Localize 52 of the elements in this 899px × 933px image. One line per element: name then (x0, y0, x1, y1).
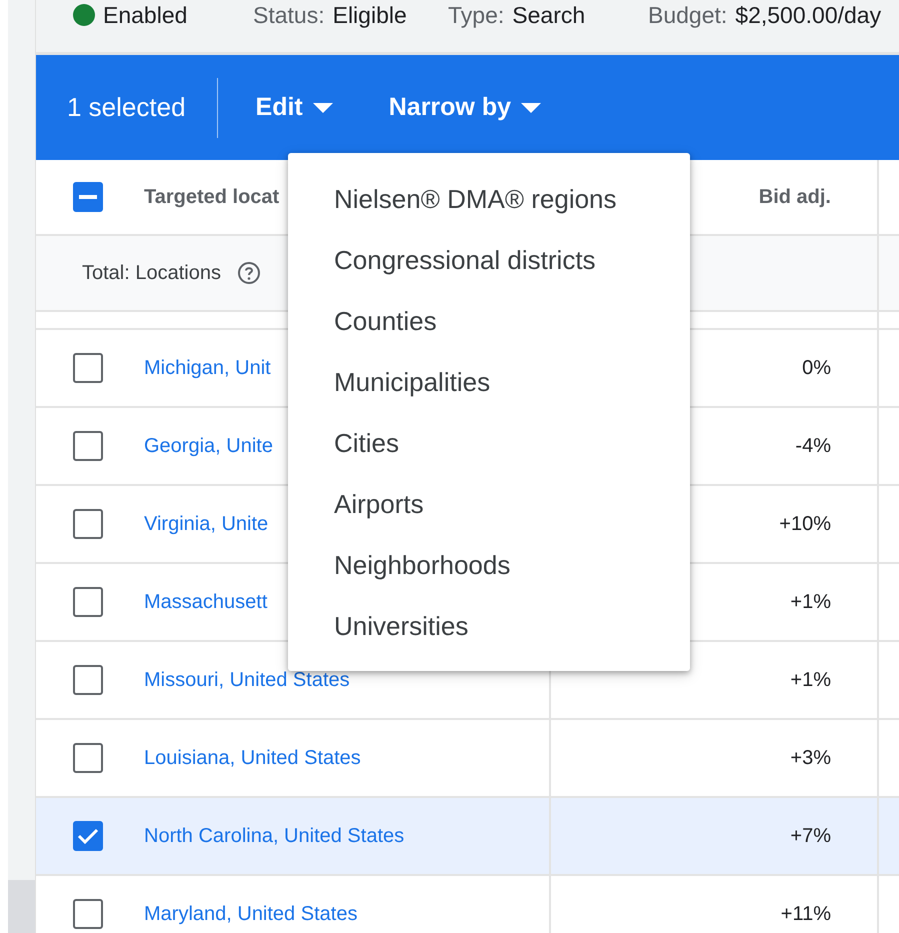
check-icon (77, 827, 99, 845)
menu-item[interactable]: Municipalities (288, 352, 690, 413)
menu-item[interactable]: Neighborhoods (288, 535, 690, 596)
checkbox[interactable] (73, 665, 103, 695)
menu-item[interactable]: Universities (288, 596, 690, 657)
bid-adjustment: +7% (790, 824, 831, 848)
field-value: $2,500.00/day (735, 2, 882, 28)
field-label: Status: (253, 2, 325, 28)
checkbox[interactable] (73, 899, 103, 929)
menu-item[interactable]: Congressional districts (288, 230, 690, 291)
checkbox[interactable] (73, 587, 103, 617)
location-link[interactable]: North Carolina, United States (144, 824, 404, 848)
status-dot (73, 4, 95, 26)
bid-adjustment: +1% (790, 590, 831, 614)
menu-item[interactable]: Cities (288, 413, 690, 474)
location-link[interactable]: Michigan, Unit (144, 356, 271, 380)
column-header[interactable]: Bid adj. (758, 186, 831, 208)
bid-adjustment: +3% (790, 746, 831, 770)
checkbox[interactable] (73, 431, 103, 461)
help-icon (236, 261, 261, 285)
minus-icon (79, 195, 97, 199)
caret-icon (312, 102, 333, 112)
dropdown-button[interactable]: Narrow by (388, 87, 542, 128)
caret-icon (521, 102, 542, 112)
total-label: Total: Locations (82, 262, 221, 284)
field-value: Search (512, 2, 586, 28)
location-link[interactable]: Missouri, United States (144, 668, 350, 692)
checkbox[interactable] (73, 821, 103, 851)
bid-adjustment: +11% (780, 902, 831, 926)
bid-adjustment: +10% (779, 512, 831, 536)
selection-count: 1 selected (67, 92, 186, 123)
checkbox[interactable] (73, 182, 103, 212)
field-label: Budget: (648, 2, 728, 28)
location-link[interactable]: Maryland, United States (144, 902, 358, 926)
checkbox[interactable] (73, 743, 103, 773)
field-label: Type: (448, 2, 504, 28)
bid-adjustment: -4% (795, 434, 831, 458)
location-link[interactable]: Louisiana, United States (144, 746, 361, 770)
location-link[interactable]: Georgia, Unite (144, 434, 273, 458)
field-value: Eligible (332, 2, 407, 28)
location-link[interactable]: Virginia, Unite (144, 512, 268, 536)
menu-item[interactable]: Airports (288, 474, 690, 535)
column-header[interactable]: Targeted locat (144, 186, 280, 208)
location-link[interactable]: Massachusett (144, 590, 268, 614)
checkbox[interactable] (73, 353, 103, 383)
bid-adjustment: 0% (802, 356, 831, 380)
menu-item[interactable]: Counties (288, 291, 690, 352)
checkbox[interactable] (73, 509, 103, 539)
status-text: Enabled (103, 2, 188, 28)
menu-item[interactable]: Nielsen® DMA® regions (288, 169, 690, 230)
bid-adjustment: +1% (790, 668, 831, 692)
dropdown-button[interactable]: Edit (256, 87, 333, 128)
